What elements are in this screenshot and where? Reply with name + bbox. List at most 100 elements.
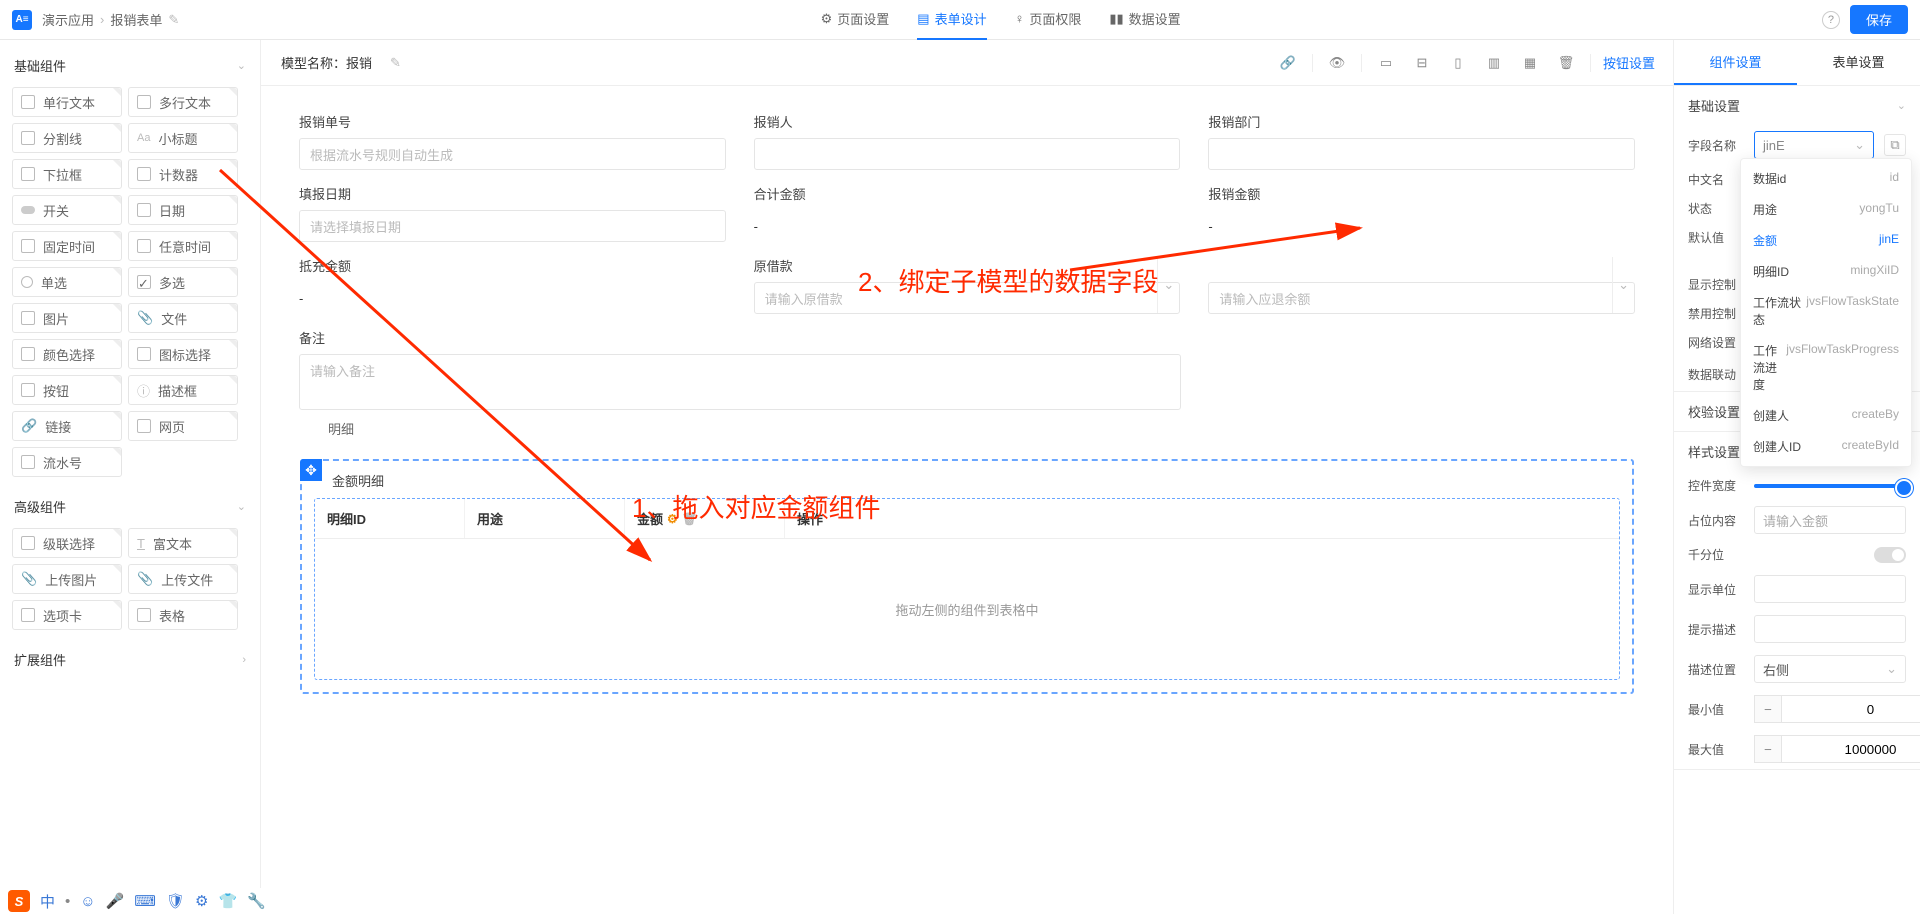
chevron-down-icon: ⌄ — [237, 59, 246, 72]
group-advanced[interactable]: 高级组件⌄ — [10, 489, 250, 524]
comp-textarea[interactable]: 多行文本 — [128, 87, 238, 117]
copy-icon[interactable]: ⧉ — [1884, 134, 1906, 156]
crumb-app[interactable]: 演示应用 — [42, 10, 94, 29]
section-basic[interactable]: 基础设置⌄ — [1674, 86, 1920, 125]
input-loan[interactable]: 请输入原借款 — [754, 282, 1181, 314]
comp-link[interactable]: 🔗链接 — [12, 411, 122, 441]
detail-drop-zone[interactable]: 拖动左侧的组件到表格中 — [315, 539, 1619, 679]
input-date[interactable]: 请选择填报日期 — [299, 210, 726, 242]
comp-text[interactable]: 单行文本 — [12, 87, 122, 117]
button-config-link[interactable]: 按钮设置 — [1603, 53, 1655, 72]
comp-icon[interactable]: 图标选择 — [128, 339, 238, 369]
value-offset: - — [299, 282, 726, 314]
input-person[interactable] — [754, 138, 1181, 170]
detail-header: 明细ID 用途 金额⚙🗑 操作 — [315, 499, 1619, 539]
sogou-icon[interactable]: S — [8, 890, 30, 912]
edit-title-icon[interactable]: ✎ — [168, 12, 179, 28]
dropdown-option[interactable]: 数据idid — [1741, 163, 1911, 194]
model-name-label: 模型名称：报销 — [281, 53, 372, 72]
dropdown-option[interactable]: 工作流状态jvsFlowTaskState — [1741, 287, 1911, 335]
comp-button[interactable]: 按钮 — [12, 375, 122, 405]
placeholder-input[interactable]: 请输入金额 — [1754, 506, 1906, 534]
tool-layout5-icon[interactable]: ▦ — [1518, 51, 1542, 75]
dropdown-option[interactable]: 金额jinE — [1741, 225, 1911, 256]
comp-rich[interactable]: T富文本 — [128, 528, 238, 558]
dropdown-option[interactable]: 创建人createBy — [1741, 400, 1911, 431]
comp-divider[interactable]: 分割线 — [12, 123, 122, 153]
detail-title: 金额明细 — [332, 471, 1620, 490]
field-dropdown: 数据idid用途yongTu金额jinE明细IDmingXiID工作流状态jvs… — [1740, 158, 1912, 467]
input-remark[interactable]: 请输入备注 — [299, 354, 1181, 410]
comp-subtitle[interactable]: Aa小标题 — [128, 123, 238, 153]
comp-checkbox[interactable]: ✓多选 — [128, 267, 238, 297]
dropdown-option[interactable]: 创建人IDcreateById — [1741, 431, 1911, 462]
group-ext[interactable]: 扩展组件› — [10, 642, 250, 677]
trash-icon[interactable]: 🗑 — [682, 512, 697, 526]
max-stepper[interactable]: −+ — [1754, 735, 1920, 763]
top-nav: ⚙页面设置 ▤表单设计 ♀页面权限 ▮▮数据设置 — [179, 0, 1822, 40]
tool-preview-icon[interactable]: 👁 — [1325, 51, 1349, 75]
detail-container[interactable]: ✥ 金额明细 明细ID 用途 金额⚙🗑 操作 拖动左侧的组件到表格中 — [300, 459, 1634, 694]
comp-web[interactable]: 网页 — [128, 411, 238, 441]
breadcrumb: 演示应用 › 报销表单 ✎ — [42, 10, 179, 29]
input-dept[interactable] — [1208, 138, 1635, 170]
input-serial[interactable]: 根据流水号规则自动生成 — [299, 138, 726, 170]
comp-tabs[interactable]: 选项卡 — [12, 600, 122, 630]
comp-file[interactable]: 📎文件 — [128, 303, 238, 333]
unit-input[interactable] — [1754, 575, 1906, 603]
width-slider[interactable] — [1754, 484, 1906, 488]
crumb-page: 报销表单 — [110, 10, 162, 29]
tool-layout2-icon[interactable]: ⊟ — [1410, 51, 1434, 75]
comp-switch[interactable]: 开关 — [12, 195, 122, 225]
comp-image[interactable]: 图片 — [12, 303, 122, 333]
comp-color[interactable]: 颜色选择 — [12, 339, 122, 369]
comp-counter[interactable]: 计数器 — [128, 159, 238, 189]
chevron-down-icon: ⌄ — [237, 500, 246, 513]
dropdown-option[interactable]: 工作流进度jvsFlowTaskProgress — [1741, 335, 1911, 400]
nav-form-design[interactable]: ▤表单设计 — [917, 0, 986, 40]
nav-data-settings[interactable]: ▮▮数据设置 — [1109, 0, 1180, 40]
edit-model-icon[interactable]: ✎ — [390, 55, 401, 71]
comp-upimg[interactable]: 📎上传图片 — [12, 564, 122, 594]
ime-bar: S 中 • ☺ 🎤 ⌨ 🛡 ⚙ 👕 🔧 — [0, 888, 274, 914]
nav-page-perm[interactable]: ♀页面权限 — [1015, 0, 1082, 40]
tab-component-settings[interactable]: 组件设置 — [1674, 40, 1797, 85]
tool-layout3-icon[interactable]: ▯ — [1446, 51, 1470, 75]
tippos-select[interactable]: 右侧⌄ — [1754, 655, 1906, 683]
stepper-icon[interactable]: ⌄ — [1612, 257, 1634, 313]
move-handle-icon[interactable]: ✥ — [300, 459, 322, 481]
fieldset-legend: 明细 — [318, 419, 364, 438]
group-basic[interactable]: 基础组件⌄ — [10, 48, 250, 83]
detail-col-amount[interactable]: 金额⚙🗑 — [625, 499, 785, 538]
value-total: - — [754, 210, 1181, 242]
gear-icon[interactable]: ⚙ — [667, 512, 678, 526]
help-icon[interactable]: ? — [1822, 11, 1840, 29]
stepper-icon[interactable]: ⌄ — [1157, 257, 1179, 313]
tool-link-icon[interactable]: 🔗 — [1276, 51, 1300, 75]
dropdown-option[interactable]: 明细IDmingXiID — [1741, 256, 1911, 287]
nav-page-settings[interactable]: ⚙页面设置 — [821, 0, 890, 40]
tab-form-settings[interactable]: 表单设置 — [1797, 40, 1920, 85]
comp-fixedtime[interactable]: 固定时间 — [12, 231, 122, 261]
chevron-right-icon: › — [242, 654, 246, 666]
tool-layout4-icon[interactable]: ▥ — [1482, 51, 1506, 75]
comp-date[interactable]: 日期 — [128, 195, 238, 225]
dropdown-option[interactable]: 用途yongTu — [1741, 194, 1911, 225]
comp-select[interactable]: 下拉框 — [12, 159, 122, 189]
comp-desc[interactable]: ⓘ描述框 — [128, 375, 238, 405]
comp-serial[interactable]: 流水号 — [12, 447, 122, 477]
tip-input[interactable] — [1754, 615, 1906, 643]
comp-radio[interactable]: 单选 — [12, 267, 122, 297]
tool-delete-icon[interactable]: 🗑 — [1554, 51, 1578, 75]
thousand-switch[interactable] — [1874, 547, 1906, 563]
tool-layout1-icon[interactable]: ▭ — [1374, 51, 1398, 75]
value-reimb: - — [1208, 210, 1635, 242]
comp-table[interactable]: 表格 — [128, 600, 238, 630]
comp-upfile[interactable]: 📎上传文件 — [128, 564, 238, 594]
comp-anytime[interactable]: 任意时间 — [128, 231, 238, 261]
save-button[interactable]: 保存 — [1850, 5, 1908, 34]
comp-cascader[interactable]: 级联选择 — [12, 528, 122, 558]
field-name-select[interactable]: jinE⌄ — [1754, 131, 1874, 159]
min-stepper[interactable]: −+ — [1754, 695, 1920, 723]
input-refund[interactable]: 请输入应退余额 — [1208, 282, 1635, 314]
